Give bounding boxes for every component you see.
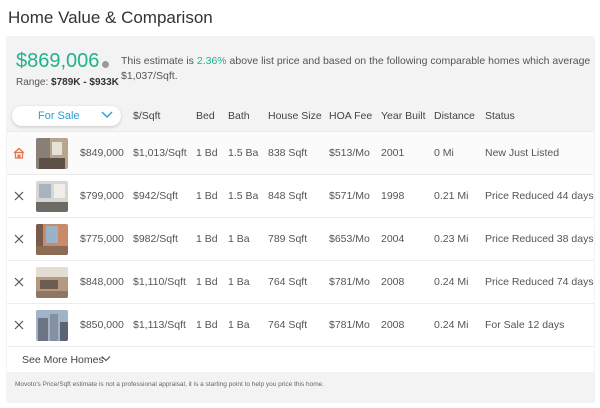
home-price-sqft: $1,113/Sqft <box>133 319 186 331</box>
status-filter-value: For Sale <box>38 110 80 122</box>
see-more-homes-link[interactable]: See More Homes <box>22 354 104 366</box>
home-photo-thumbnail[interactable] <box>36 224 68 255</box>
close-icon[interactable] <box>13 190 25 202</box>
home-size: 764 Sqft <box>268 276 308 288</box>
home-bed: 1 Bd <box>196 190 218 202</box>
chevron-down-icon[interactable] <box>101 355 111 363</box>
home-status: New Just Listed <box>485 147 560 159</box>
home-bed: 1 Bd <box>196 319 218 331</box>
home-hoa: $653/Mo <box>329 233 370 245</box>
home-distance: 0.23 Mi <box>434 233 469 245</box>
header-bath[interactable]: Bath <box>228 110 250 122</box>
home-price: $849,000 <box>80 147 124 159</box>
home-hoa: $781/Mo <box>329 276 370 288</box>
home-size: 848 Sqft <box>268 190 308 202</box>
disclaimer-text: Movoto's Price/Sqft estimate is not a pr… <box>15 381 325 388</box>
estimate-percent: 2.36% <box>196 55 227 67</box>
home-bath: 1 Ba <box>228 276 250 288</box>
home-size: 838 Sqft <box>268 147 308 159</box>
price-range: Range: $789K - $933K <box>16 77 119 88</box>
home-hoa: $571/Mo <box>329 190 370 202</box>
chevron-down-icon <box>101 111 113 118</box>
home-bath: 1.5 Ba <box>228 190 259 202</box>
home-year-built: 2008 <box>381 276 405 288</box>
home-bath: 1 Ba <box>228 319 250 331</box>
status-filter-select[interactable]: For Sale <box>12 106 121 126</box>
home-status: Price Reduced 38 days <box>485 233 594 245</box>
header-year-built[interactable]: Year Built <box>381 110 426 122</box>
home-price: $799,000 <box>80 190 124 202</box>
home-bed: 1 Bd <box>196 276 218 288</box>
home-year-built: 2004 <box>381 233 405 245</box>
home-distance: 0 Mi <box>434 147 454 159</box>
home-icon[interactable] <box>13 147 25 159</box>
home-bath: 1.5 Ba <box>228 147 259 159</box>
home-size: 764 Sqft <box>268 319 308 331</box>
header-house-size[interactable]: House Size <box>268 110 322 122</box>
page-title: Home Value & Comparison <box>8 8 213 27</box>
estimate-price: $869,006 <box>16 50 100 72</box>
close-icon[interactable] <box>13 319 25 331</box>
home-photo-thumbnail[interactable] <box>36 310 68 341</box>
estimate-description: This estimate is 2.36% above list price … <box>121 55 591 82</box>
price-range-value: $789K - $933K <box>51 77 119 88</box>
home-price: $848,000 <box>80 276 124 288</box>
home-status: Price Reduced 44 days <box>485 190 594 202</box>
home-price-sqft: $1,013/Sqft <box>133 147 187 159</box>
home-photo-thumbnail[interactable] <box>36 181 68 212</box>
header-distance[interactable]: Distance <box>434 110 475 122</box>
info-icon[interactable] <box>102 61 109 68</box>
home-size: 789 Sqft <box>268 233 308 245</box>
home-price-sqft: $942/Sqft <box>133 190 178 202</box>
home-price: $775,000 <box>80 233 124 245</box>
table-row[interactable]: $848,000 $1,110/Sqft 1 Bd 1 Ba 764 Sqft … <box>7 260 594 303</box>
home-year-built: 2008 <box>381 319 405 331</box>
header-status[interactable]: Status <box>485 110 515 122</box>
table-row[interactable]: $775,000 $982/Sqft 1 Bd 1 Ba 789 Sqft $6… <box>7 217 594 260</box>
home-bath: 1 Ba <box>228 233 250 245</box>
table-row[interactable]: $799,000 $942/Sqft 1 Bd 1.5 Ba 848 Sqft … <box>7 174 594 217</box>
table-row[interactable]: $849,000 $1,013/Sqft 1 Bd 1.5 Ba 838 Sqf… <box>7 131 594 174</box>
home-price: $850,000 <box>80 319 124 331</box>
close-icon[interactable] <box>13 276 25 288</box>
home-bed: 1 Bd <box>196 147 218 159</box>
header-bed[interactable]: Bed <box>196 110 215 122</box>
home-price-sqft: $1,110/Sqft <box>133 276 186 288</box>
home-year-built: 1998 <box>381 190 405 202</box>
home-year-built: 2001 <box>381 147 405 159</box>
header-hoa-fee[interactable]: HOA Fee <box>329 110 372 122</box>
home-hoa: $781/Mo <box>329 319 370 331</box>
home-hoa: $513/Mo <box>329 147 370 159</box>
home-bed: 1 Bd <box>196 233 218 245</box>
home-status: For Sale 12 days <box>485 319 565 331</box>
table-row[interactable]: $850,000 $1,113/Sqft 1 Bd 1 Ba 764 Sqft … <box>7 303 594 346</box>
home-photo-thumbnail[interactable] <box>36 267 68 298</box>
home-status: Price Reduced 74 days <box>485 276 594 288</box>
home-photo-thumbnail[interactable] <box>36 138 68 169</box>
close-icon[interactable] <box>13 233 25 245</box>
see-more-homes-bar[interactable]: See More Homes <box>7 346 594 372</box>
home-price-sqft: $982/Sqft <box>133 233 178 245</box>
header-price-sqft[interactable]: $/Sqft <box>133 110 160 122</box>
home-distance: 0.24 Mi <box>434 319 469 331</box>
home-distance: 0.21 Mi <box>434 190 469 202</box>
home-distance: 0.24 Mi <box>434 276 469 288</box>
